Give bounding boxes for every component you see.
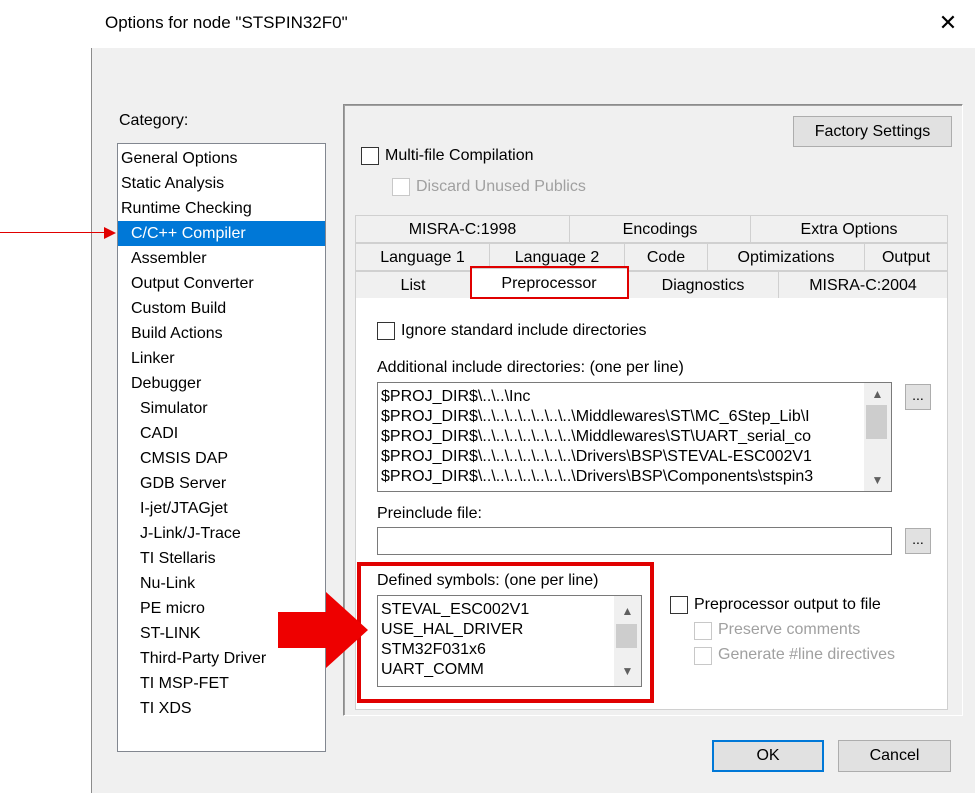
close-icon[interactable]: ✕ [930, 8, 966, 40]
category-item-simulator[interactable]: Simulator [140, 396, 208, 421]
discard-unused-checkbox [392, 178, 410, 196]
ignore-standard-include-label: Ignore standard include directories [401, 322, 647, 339]
multifile-label: Multi-file Compilation [385, 147, 534, 164]
annotation-arrow-head [104, 227, 116, 239]
category-item-assembler[interactable]: Assembler [131, 246, 207, 271]
category-item-third-party-driver[interactable]: Third-Party Driver [140, 646, 266, 671]
ignore-standard-include-checkbox[interactable] [377, 322, 395, 340]
preprocessor-output-label: Preprocessor output to file [694, 596, 881, 613]
tab-optimizations[interactable]: Optimizations [707, 243, 865, 271]
discard-unused-label: Discard Unused Publics [416, 178, 586, 195]
category-item-linker[interactable]: Linker [131, 346, 175, 371]
tab-output[interactable]: Output [864, 243, 948, 271]
category-item-ti-xds[interactable]: TI XDS [140, 696, 192, 721]
include-scrollbar[interactable]: ▲ ▼ [864, 383, 891, 491]
category-label: Category: [119, 112, 189, 129]
category-item-general-options[interactable]: General Options [121, 146, 238, 171]
include-directories-textbox[interactable]: $PROJ_DIR$\..\..\Inc $PROJ_DIR$\..\..\..… [377, 382, 892, 492]
include-line: $PROJ_DIR$\..\..\Inc [381, 388, 531, 405]
category-item-cmsis-dap[interactable]: CMSIS DAP [140, 446, 228, 471]
tab-extra-options[interactable]: Extra Options [750, 215, 948, 243]
cancel-button[interactable]: Cancel [838, 740, 951, 772]
scroll-thumb[interactable] [866, 405, 887, 439]
preinclude-label: Preinclude file: [377, 505, 482, 522]
include-line: $PROJ_DIR$\..\..\..\..\..\..\..\Drivers\… [381, 468, 814, 485]
preprocessor-output-checkbox[interactable] [670, 596, 688, 614]
tab-misra-1998[interactable]: MISRA-C:1998 [355, 215, 570, 243]
category-item-build-actions[interactable]: Build Actions [131, 321, 223, 346]
category-item-debugger[interactable]: Debugger [131, 371, 201, 396]
category-item-gdb-server[interactable]: GDB Server [140, 471, 226, 496]
include-line: $PROJ_DIR$\..\..\..\..\..\..\..\Middlewa… [381, 408, 810, 425]
category-item-c-compiler[interactable]: C/C++ Compiler [118, 221, 325, 246]
annotation-big-arrow-icon [278, 592, 368, 668]
annotation-defined-symbols-highlight [357, 562, 654, 703]
category-item-ti-stellaris[interactable]: TI Stellaris [140, 546, 216, 571]
category-item-output-converter[interactable]: Output Converter [131, 271, 254, 296]
annotation-tab-highlight [470, 266, 629, 299]
category-item-custom-build[interactable]: Custom Build [131, 296, 226, 321]
annotation-arrow-line [0, 232, 108, 233]
preserve-comments-checkbox [694, 622, 712, 640]
multifile-checkbox[interactable] [361, 147, 379, 165]
tab-list[interactable]: List [355, 271, 471, 299]
browse-preinclude-button[interactable]: ... [905, 528, 931, 554]
category-item-static-analysis[interactable]: Static Analysis [121, 171, 224, 196]
tab-misra-2004[interactable]: MISRA-C:2004 [778, 271, 948, 299]
category-item-jlink[interactable]: J-Link/J-Trace [140, 521, 241, 546]
category-item-cadi[interactable]: CADI [140, 421, 178, 446]
factory-settings-button[interactable]: Factory Settings [793, 116, 952, 147]
tab-code[interactable]: Code [624, 243, 708, 271]
category-item-nu-link[interactable]: Nu-Link [140, 571, 195, 596]
category-item-st-link[interactable]: ST-LINK [140, 621, 200, 646]
ok-button[interactable]: OK [712, 740, 824, 772]
category-item-ti-msp-fet[interactable]: TI MSP-FET [140, 671, 229, 696]
line-directives-checkbox [694, 647, 712, 665]
line-directives-label: Generate #line directives [718, 646, 895, 663]
window-title: Options for node "STSPIN32F0" [105, 13, 348, 32]
include-line: $PROJ_DIR$\..\..\..\..\..\..\..\Middlewa… [381, 428, 812, 445]
category-item-pe-micro[interactable]: PE micro [140, 596, 205, 621]
scroll-down-icon[interactable]: ▼ [864, 471, 891, 489]
tab-encodings[interactable]: Encodings [569, 215, 751, 243]
preinclude-input[interactable] [377, 527, 892, 555]
category-item-runtime-checking[interactable]: Runtime Checking [121, 196, 252, 221]
browse-include-button[interactable]: ... [905, 384, 931, 410]
scroll-up-icon[interactable]: ▲ [864, 385, 891, 403]
tab-diagnostics[interactable]: Diagnostics [627, 271, 779, 299]
include-line: $PROJ_DIR$\..\..\..\..\..\..\..\Drivers\… [381, 448, 812, 465]
include-directories-label: Additional include directories: (one per… [377, 359, 684, 376]
category-item-ijet[interactable]: I-jet/JTAGjet [140, 496, 228, 521]
preserve-comments-label: Preserve comments [718, 621, 861, 638]
